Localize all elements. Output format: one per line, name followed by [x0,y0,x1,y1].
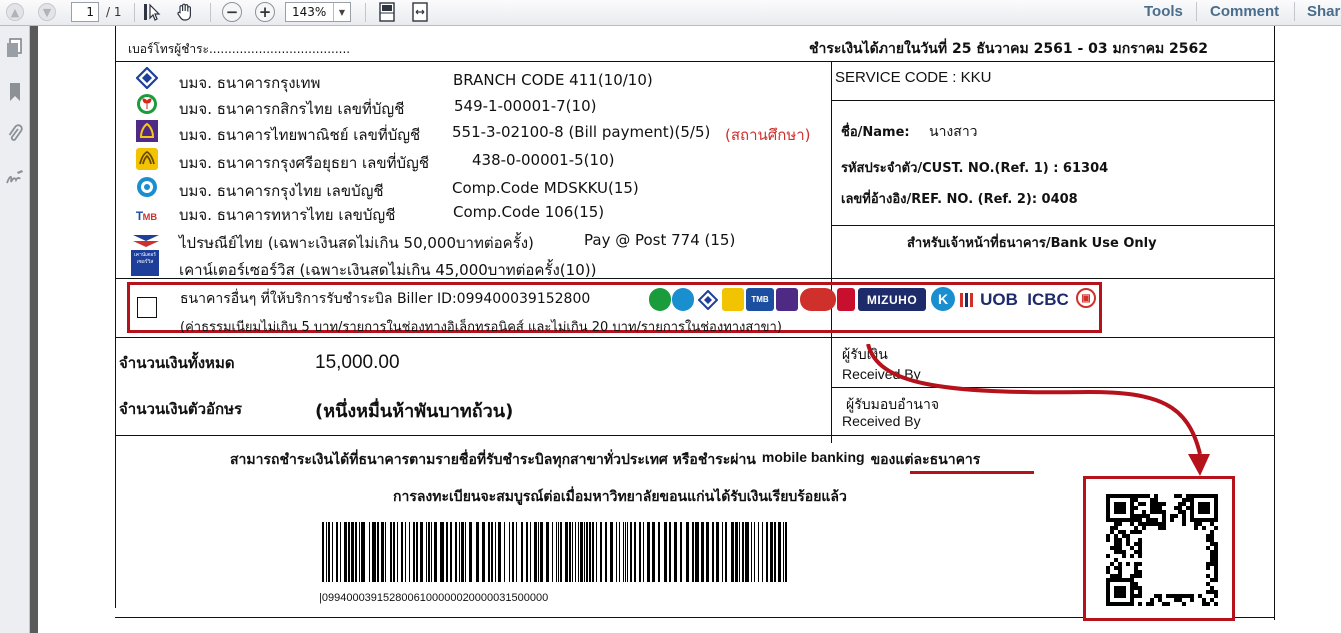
zoom-out-icon[interactable]: − [222,2,242,22]
amount-in-words-value: (หนึ่งหมื่นห้าพันบาทถ้วน) [315,401,514,422]
total-amount-label: จำนวนเงินทั้งหมด [119,354,235,372]
kasikorn-bank-icon [136,94,158,114]
table-border [831,100,1275,101]
bank-account: 549-1-00001-7(10) [454,97,597,115]
name-label: ชื่อ/Name: [841,125,910,140]
table-border [831,225,1275,226]
krungsri-logo-icon [722,288,744,311]
navigation-pane [0,26,30,633]
bank-comp-code: Comp.Code 106(15) [453,203,605,221]
chevron-down-icon[interactable]: ▼ [333,3,350,21]
toolbar-divider [134,3,135,22]
bank-name: บมจ. ธนาคารกรุงศรีอยุธยา เลขที่บัญชี [179,154,429,172]
other-banks-fee: (ค่าธรรมเนียมไม่เกิน 5 บาท/รายการในช่องท… [180,320,782,335]
bank-comp-code: Comp.Code MDSKKU(15) [452,179,639,197]
next-page-icon[interactable]: ▼ [38,3,56,21]
registration-note: การลงทะเบียนจะสมบูรณ์ต่อเมื่อมหาวิทยาลัย… [393,489,847,505]
comment-button[interactable]: Comment [1210,3,1279,20]
payment-period: ชำระเงินได้ภายในวันที่ 25 ธันวาคม 2561 -… [809,41,1209,57]
bangkok-bank-icon [136,67,158,89]
annotation-arrow-icon [866,344,1210,476]
mobile-banking-text: mobile banking [761,449,865,465]
bank-name: บมจ. ธนาคารกสิกรไทย เลขที่บัญชี [179,100,405,118]
table-border [831,61,832,443]
bank-account: 551-3-02100-8 (Bill payment)(5/5) [452,123,711,141]
payer-phone-field: เบอร์โทรผู้ชำระ.........................… [128,42,351,56]
barcode-number: |0994000391528006100000020000031500000 [319,592,549,604]
fit-page-icon[interactable] [376,2,398,22]
name-value: นางสาว [929,124,978,140]
krungthai-bank-icon [136,177,158,197]
bank-use-only: สำหรับเจ้าหน้าที่ธนาคาร/Bank Use Only [907,236,1157,251]
fit-width-icon[interactable] [409,2,431,22]
bank-name: บมจ. ธนาคารไทยพาณิชย์ เลขที่บัญชี [179,126,421,144]
counter-service-logo-text: เคาน์เตอร์เซอร์วิส [134,252,156,265]
zoom-in-icon[interactable]: + [255,2,275,22]
toolbar-divider [210,3,211,22]
zoom-level-value: 143% [292,5,327,19]
attachments-icon[interactable] [3,122,27,146]
page-thumbnails-icon[interactable] [3,36,27,60]
bangkok-bank-logo-icon [697,288,719,311]
kasikorn-logo-icon [649,288,671,311]
payment-instructions-text: สามารถชำระเงินได้ที่ธนาคารตามรายชื่อที่ร… [230,452,756,468]
bank-account: 438-0-00001-5(10) [472,151,615,169]
uob-logo-icon: UOB [975,288,1023,311]
counter-service-logo: เคาน์เตอร์เซอร์วิส [131,250,159,276]
uob-mark-icon [960,288,974,311]
page-number-input[interactable]: 1 [71,2,99,22]
previous-page-icon[interactable]: ▲ [6,3,24,21]
payment-slip: เบอร์โทรผู้ชำระ.........................… [38,26,1341,633]
total-amount-value: 15,000.00 [315,352,400,373]
amount-in-words-label: จำนวนเงินตัวอักษร [119,400,243,418]
select-tool-icon[interactable] [141,2,163,22]
counter-service-channel: เคาน์เตอร์เซอร์วิส (เฉพาะเงินสดไม่เกิน 4… [179,261,597,279]
other-banks-checkbox[interactable] [137,297,157,318]
document-frame [30,26,38,633]
scb-logo-icon [776,288,798,311]
bank-name: บมจ. ธนาคารกรุงไทย เลขบัญชี [179,182,384,200]
zoom-level-select[interactable]: 143% ▼ [285,2,351,22]
service-code: SERVICE CODE : KKU [835,69,992,86]
table-border [115,26,116,608]
hand-tool-icon[interactable] [174,2,196,22]
scb-bank-icon [136,120,158,142]
toolbar-divider [1294,2,1295,21]
post-code: Pay @ Post 774 (15) [584,231,736,249]
tmb-bank-icon: T MB [135,204,157,224]
pdf-toolbar: ▲ ▼ 1 / 1 − + 143% ▼ Tools Comment Share [0,0,1341,26]
mizuho-logo-icon: MIZUHO [858,288,926,311]
svg-text:MB: MB [143,212,157,222]
table-border [115,61,1275,62]
krungsri-bank-icon [136,148,158,170]
tmb-logo-icon: TMB [746,288,774,311]
tools-button[interactable]: Tools [1144,3,1183,20]
bank-name: บมจ. ธนาคารกรุงเทพ [179,74,321,92]
bank-note: (สถานศึกษา) [725,126,811,144]
icbc-logo-icon: ICBC [1024,288,1072,311]
barcode [322,522,787,582]
kiatnakin-logo-icon: K [931,287,955,311]
thailand-post-icon [132,230,160,250]
citibank-logo-icon [837,288,855,311]
page-total: / 1 [106,5,122,19]
customer-number: รหัสประจำตัว/CUST. NO.(Ref. 1) : 61304 [841,161,1109,176]
share-button[interactable]: Share [1307,3,1341,20]
bookmarks-icon[interactable] [3,80,27,104]
reference-number: เลขที่อ้างอิง/REF. NO. (Ref. 2): 0408 [841,192,1078,207]
krungthai-logo-icon [672,288,694,311]
table-border [1274,26,1275,620]
signatures-icon[interactable] [3,166,27,190]
other-banks-biller: ธนาคารอื่นๆ ที่ให้บริการรับชำระบิล Bille… [180,291,591,307]
bank-name: บมจ. ธนาคารทหารไทย เลขบัญชี [179,206,396,224]
toolbar-divider [1196,2,1197,21]
thanachart-logo-icon [800,288,836,311]
icbc-mark-icon: ▣ [1076,288,1096,308]
table-border [115,337,1275,338]
bank-code: BRANCH CODE 411(10/10) [453,71,653,89]
qr-code-icon [1106,494,1218,606]
post-channel: ไปรษณีย์ไทย (เฉพาะเงินสดไม่เกิน 50,000บา… [179,234,534,252]
toolbar-divider [365,3,366,22]
